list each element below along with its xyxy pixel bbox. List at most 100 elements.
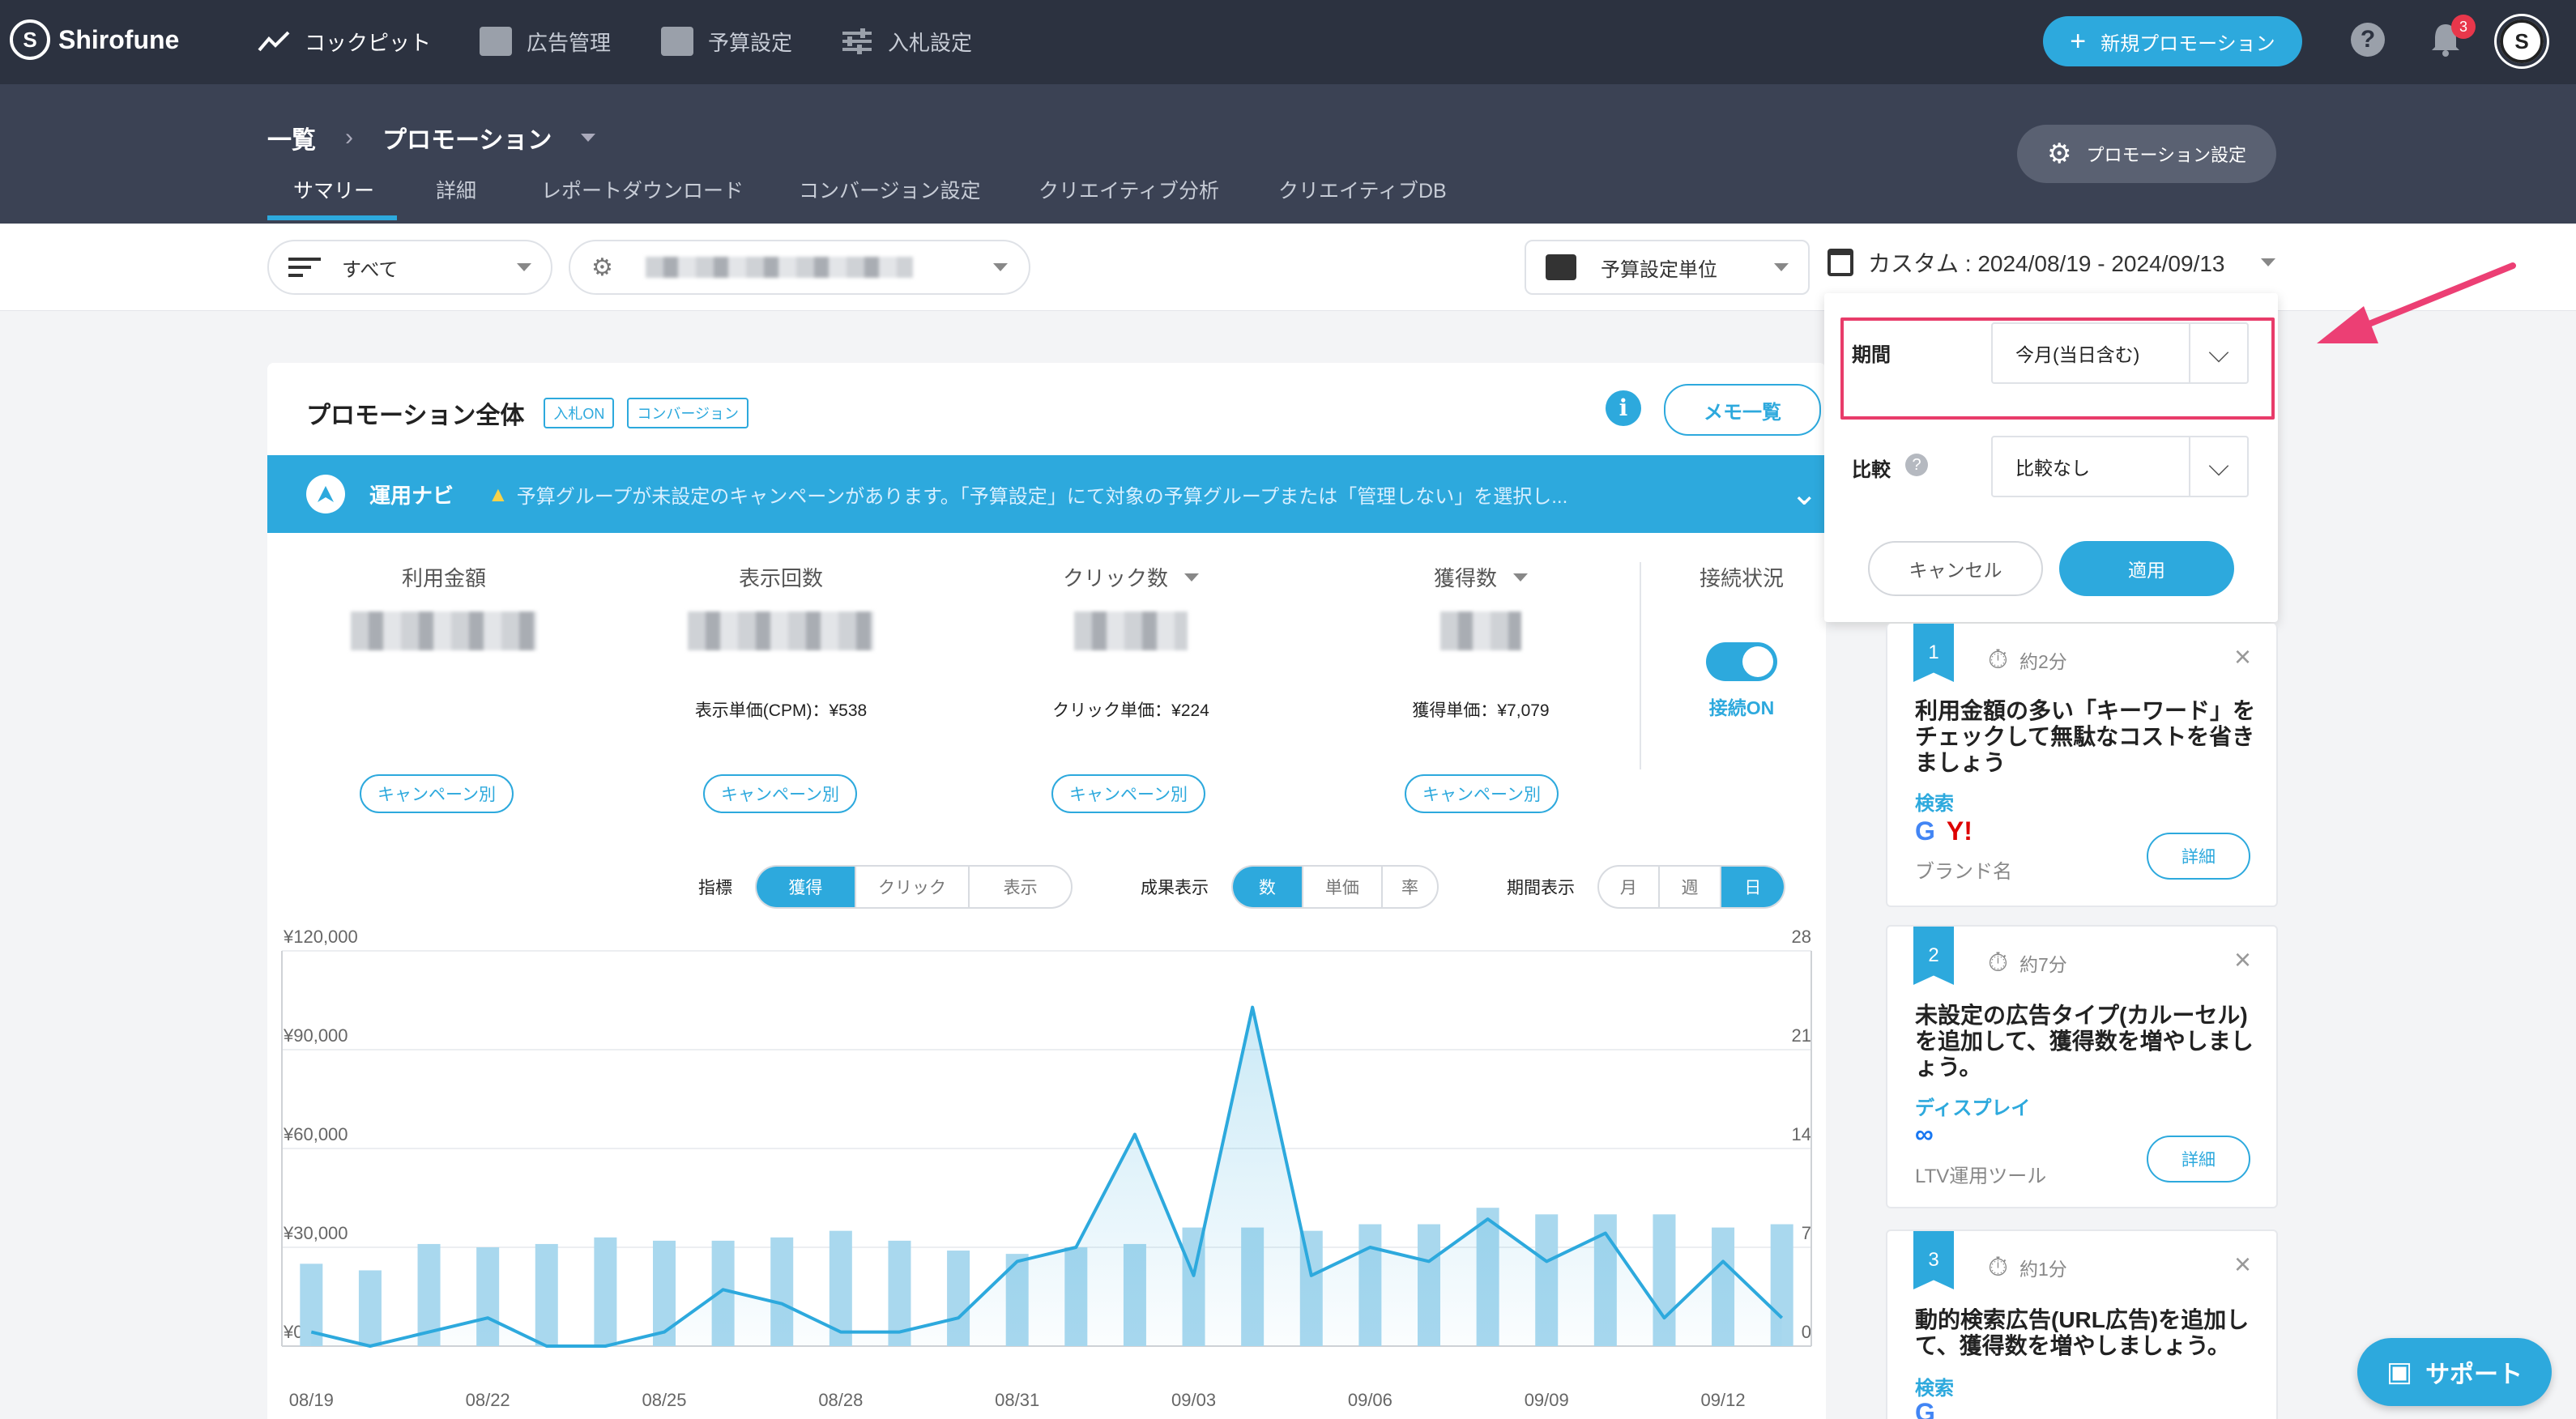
date-popover: 期間 今月(当日含む) ⌵ 比較 ? 比較なし ⌵ キャンセル 適用 [1824,293,2278,622]
result-selector: 数 単価 率 [1231,865,1439,909]
notification-bell[interactable]: 3 [2430,15,2476,57]
period-option-month[interactable]: 月 [1599,867,1660,907]
stopwatch-icon: ⏱ [1988,1252,2008,1281]
time-label: 約2分 [2019,651,2067,672]
support-robot-icon: ▣ [2386,1357,2413,1387]
nav-budget[interactable]: 予算設定 [661,21,792,62]
account-select[interactable]: ⚙ [569,240,1030,295]
toggle-knob [1742,646,1773,677]
by-campaign-button[interactable]: キャンペーン別 [703,774,857,813]
tab-conversion-settings[interactable]: コンバージョン設定 [799,175,981,204]
recommendation-title: 未設定の広告タイプ(カルーセル)を追加して、獲得数を増やしましょう。 [1915,1003,2254,1080]
compare-label: 比較 [1852,459,1891,481]
breadcrumb: 一覧 › プロモーション [267,120,596,156]
result-option-count[interactable]: 数 [1233,867,1303,907]
metric-sub: 獲得単価：¥7,079 [1412,701,1550,720]
detail-button[interactable]: 詳細 [2147,833,2250,880]
help-icon[interactable]: ? [1905,454,1928,476]
period-selector-label: 期間表示 [1507,879,1575,897]
rank-badge: 3 [1913,1231,1954,1289]
chevron-down-icon[interactable] [581,134,596,142]
metric-option-click[interactable]: クリック [856,867,970,907]
result-option-rate[interactable]: 率 [1383,867,1437,907]
breadcrumb-current: プロモーション [382,127,552,154]
tab-detail[interactable]: 詳細 [436,175,476,204]
connection-label: 接続状況 [1699,566,1784,590]
y-left-tick-label: ¥30,000 [283,1223,348,1243]
nav-cockpit[interactable]: コックピット [258,21,431,62]
tab-summary[interactable]: サマリー [293,175,374,204]
folder-icon [480,27,512,56]
gear-icon: ⚙ [591,254,613,281]
apply-button[interactable]: 適用 [2059,541,2234,596]
metric-label: 獲得数 [1433,566,1497,590]
budget-unit-select[interactable]: 予算設定単位 [1525,240,1810,295]
bar [594,1237,617,1346]
info-icon[interactable]: i [1606,390,1641,426]
navigation-arrow-icon [306,475,345,513]
cancel-button[interactable]: キャンセル [1868,541,2043,596]
detail-button[interactable]: 詳細 [2147,1136,2250,1182]
tab-creative-analysis[interactable]: クリエイティブ分析 [1039,175,1219,204]
memo-list-button[interactable]: メモ一覧 [1664,384,1821,436]
recommendation-sub: LTV運用ツール [1915,1165,2047,1187]
metric-option-impression[interactable]: 表示 [970,867,1071,907]
nav-ads[interactable]: 広告管理 [480,21,611,62]
active-tab-indicator [267,215,397,220]
avatar[interactable]: S [2497,16,2547,66]
brand-logo[interactable]: S Shirofune [10,19,179,60]
filter-all-label: すべて [342,258,399,281]
compare-select[interactable]: 比較なし ⌵ [1991,436,2249,497]
support-button[interactable]: ▣ サポート [2357,1338,2552,1406]
chevron-down-icon [2260,258,2275,266]
period-option-day[interactable]: 日 [1721,867,1784,907]
recommendation-category: 検索 [1915,1378,1954,1400]
connection-toggle[interactable] [1706,642,1777,681]
close-icon[interactable]: × [2234,640,2251,674]
platform-icons: G Y! [1915,816,1973,846]
panel-header: プロモーション全体 入札ON コンバージョン [306,395,749,431]
by-campaign-button[interactable]: キャンペーン別 [1405,774,1559,813]
tab-report-download[interactable]: レポートダウンロード [541,175,744,204]
period-option-week[interactable]: 週 [1660,867,1722,907]
date-range-select[interactable]: カスタム : 2024/08/19 - 2024/09/13 [1828,246,2275,279]
x-tick-label: 08/25 [642,1390,686,1410]
close-icon[interactable]: × [2234,1247,2251,1281]
new-promotion-button[interactable]: + 新規プロモーション [2043,16,2302,66]
filter-all-select[interactable]: すべて [267,240,552,295]
metric-option-conversion[interactable]: 獲得 [757,867,856,907]
recommendation-card[interactable]: 2 ⏱ 約7分 × 未設定の広告タイプ(カルーセル)を追加して、獲得数を増やしま… [1886,925,2278,1208]
chevron-down-icon [517,263,531,271]
user-avatar-icon: S [2500,19,2544,63]
promotion-panel: プロモーション全体 入札ON コンバージョン i メモ一覧 運用ナビ ▲ 予算グ… [267,363,1826,1419]
time-estimate: ⏱ 約7分 [1988,948,2067,978]
recommendation-title: 動的検索広告(URL広告)を追加して、獲得数を増やしましょう。 [1915,1307,2250,1358]
metrics-row: 利用金額 キャンペーン別 表示回数 表示単価(CPM)：¥538 キャンペーン別… [267,562,1826,862]
recommendation-card[interactable]: 3 ⏱ 約1分 × 動的検索広告(URL広告)を追加して、獲得数を増やしましょう… [1886,1229,2278,1419]
chevron-down-icon[interactable] [1184,573,1199,582]
operation-navi-banner[interactable]: 運用ナビ ▲ 予算グループが未設定のキャンペーンがあります。「予算設定」にて対象… [267,455,1826,533]
new-promotion-label: 新規プロモーション [2100,32,2275,55]
recommendation-card[interactable]: 1 ⏱ 約2分 × 利用金額の多い「キーワード」をチェックして無駄なコストを省き… [1886,624,2278,907]
breadcrumb-root[interactable]: 一覧 [267,120,316,156]
time-label: 約1分 [2019,1259,2067,1280]
by-campaign-button[interactable]: キャンペーン別 [360,774,514,813]
by-campaign-button[interactable]: キャンペーン別 [1051,774,1205,813]
period-select[interactable]: 今月(当日含む) ⌵ [1991,322,2249,384]
promotion-settings-button[interactable]: ⚙ プロモーション設定 [2017,125,2276,183]
metric-sub: 表示単価(CPM)：¥538 [694,701,868,720]
close-icon[interactable]: × [2234,943,2251,977]
nav-bidding[interactable]: 入札設定 [841,21,972,62]
chart-controls: 指標 獲得 クリック 表示 成果表示 数 単価 率 期間表示 月 週 日 [698,865,1785,909]
support-label: サポート [2425,1361,2523,1388]
redacted-value [1440,611,1521,650]
nav-label: 入札設定 [888,30,973,55]
tab-creative-db[interactable]: クリエイティブDB [1278,175,1447,204]
redacted-value [351,611,537,650]
filter-lines-icon [288,258,321,277]
result-option-unit[interactable]: 単価 [1303,867,1384,907]
chevron-down-icon[interactable] [1513,573,1528,582]
compare-value: 比較なし [2015,458,2090,479]
period-label: 期間 [1852,344,1891,366]
help-icon[interactable]: ? [2351,23,2385,57]
